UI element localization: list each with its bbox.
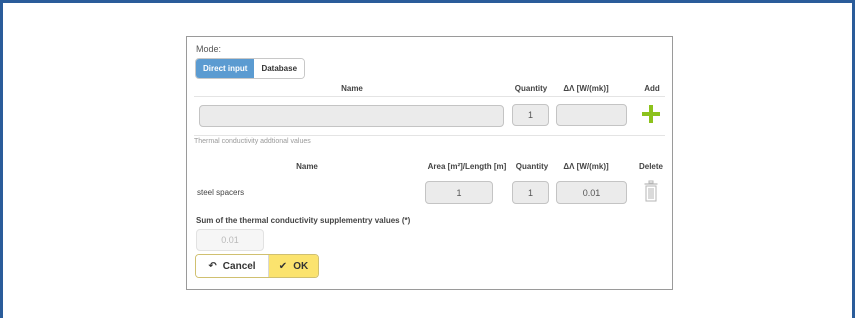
mode-database-button[interactable]: Database: [254, 59, 305, 78]
row-quantity-input[interactable]: [512, 181, 549, 204]
sum-label: Sum of the thermal conductivity suppleme…: [196, 216, 411, 225]
dialog-button-group: ↶ Cancel ✔ OK: [195, 254, 319, 278]
delta-input[interactable]: [556, 104, 627, 126]
additional-delete-header: Delete: [638, 162, 663, 171]
cancel-button[interactable]: ↶ Cancel: [196, 255, 269, 277]
divider: [194, 96, 665, 97]
name-input[interactable]: [199, 105, 504, 127]
input-delta-header: ΔΛ [W/(mk)]: [563, 84, 609, 93]
input-quantity-header: Quantity: [514, 84, 548, 93]
divider: [194, 135, 665, 136]
input-name-header: Name: [341, 84, 363, 93]
additional-name-header: Name: [296, 162, 318, 171]
mode-label: Mode:: [196, 44, 222, 54]
undo-icon: ↶: [208, 260, 217, 272]
input-add-header: Add: [644, 84, 660, 93]
quantity-input[interactable]: [512, 104, 549, 126]
row-name: steel spacers: [197, 188, 245, 197]
mode-toggle: Direct input Database: [195, 58, 306, 79]
additional-delta-header: ΔΛ [W/(mk)]: [563, 162, 609, 171]
sum-value-field: [196, 229, 264, 251]
row-area-input[interactable]: [425, 181, 493, 204]
trash-icon[interactable]: [644, 180, 658, 202]
thermal-conductivity-dialog: Mode: Direct input Database Name Quantit…: [186, 36, 673, 290]
window-frame: Mode: Direct input Database Name Quantit…: [0, 0, 855, 318]
ok-button-label: OK: [293, 260, 309, 272]
row-delta-input[interactable]: [556, 181, 627, 204]
plus-icon[interactable]: [642, 105, 660, 123]
additional-quantity-header: Quantity: [515, 162, 549, 171]
additional-area-header: Area [m²]/Length [m]: [427, 162, 507, 171]
mode-direct-input-button[interactable]: Direct input: [196, 59, 255, 78]
additional-values-caption: Thermal conductivity addtional values: [194, 138, 311, 145]
ok-button[interactable]: ✔ OK: [269, 255, 318, 277]
cancel-button-label: Cancel: [222, 260, 256, 272]
check-icon: ✔: [278, 260, 288, 272]
